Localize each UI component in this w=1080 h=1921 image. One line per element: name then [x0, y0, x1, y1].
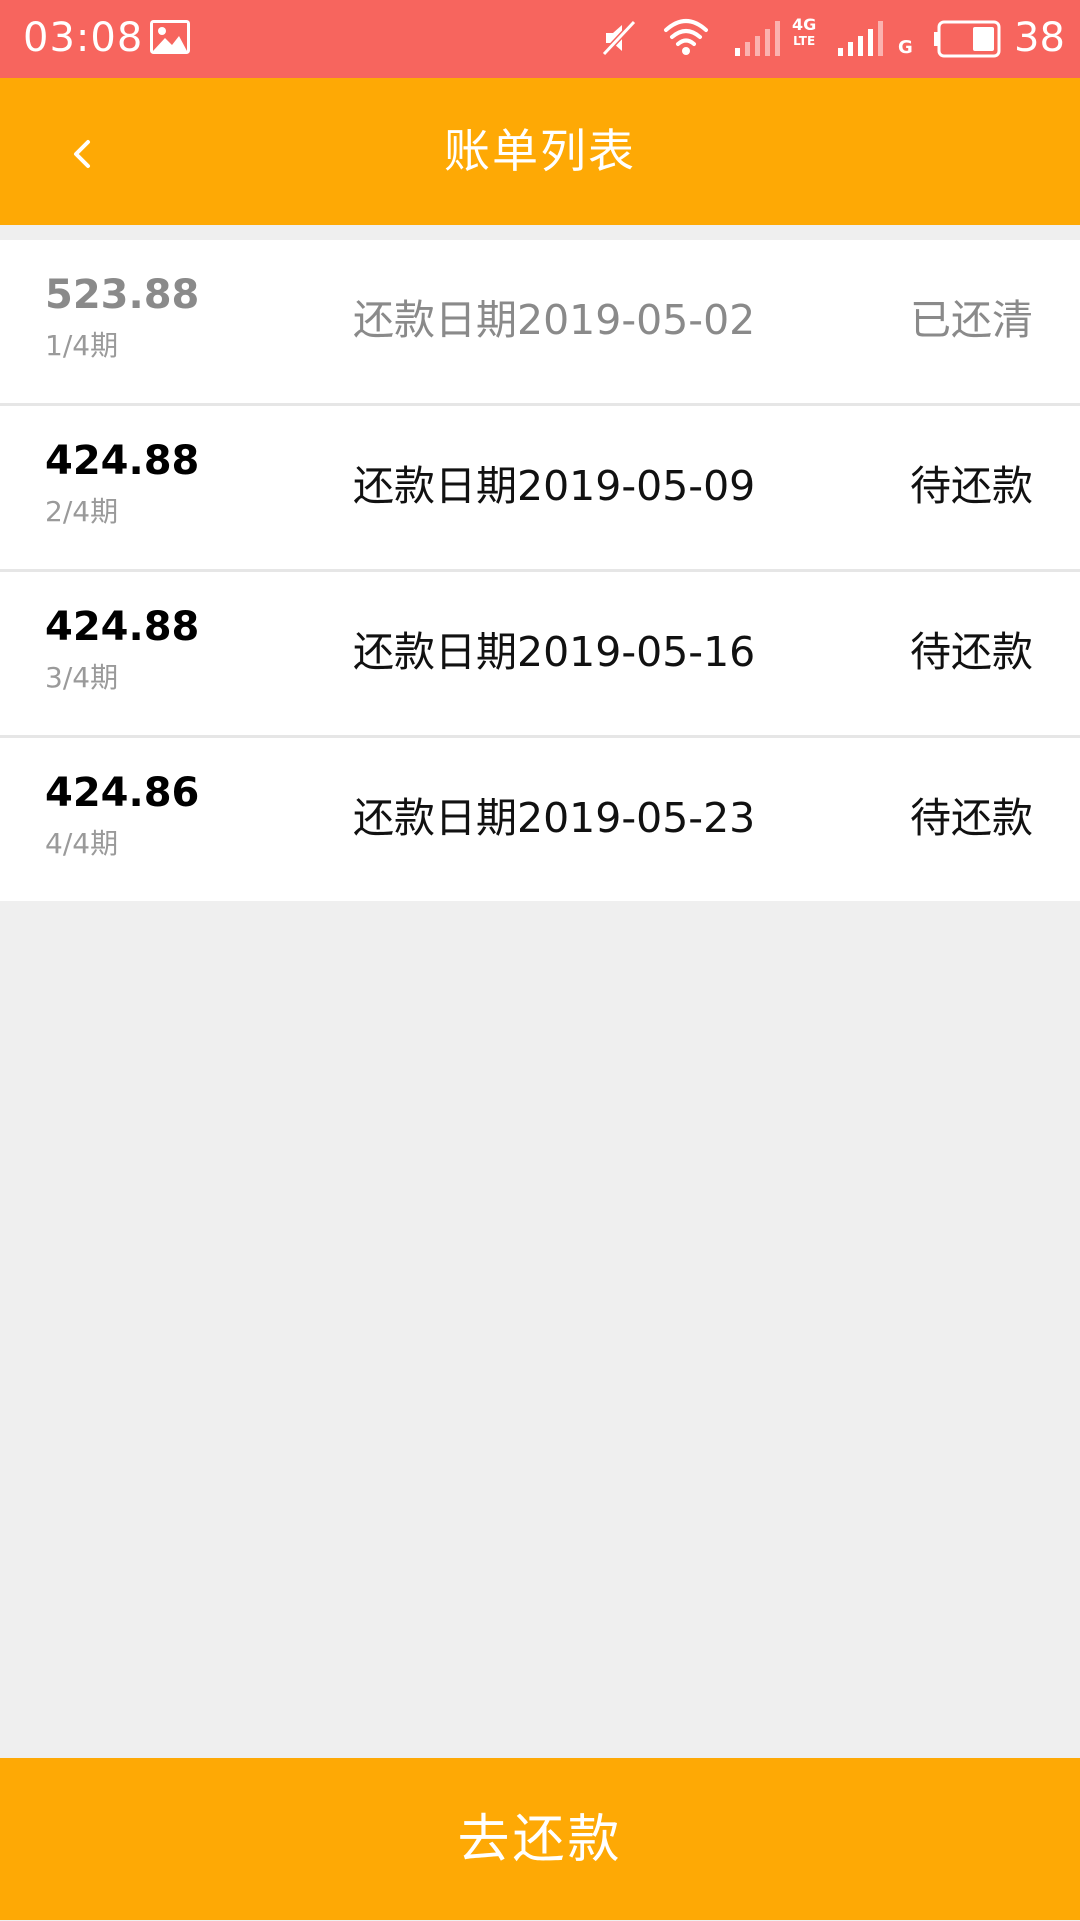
- bill-due-date: 还款日期2019-05-02: [353, 296, 756, 344]
- bill-status: 待还款: [910, 628, 1033, 676]
- bill-amount: 424.86: [45, 770, 200, 816]
- bill-amount: 424.88: [45, 604, 200, 650]
- bill-status: 已还清: [910, 296, 1033, 344]
- network-label: 4G: [792, 15, 817, 34]
- bill-due-date: 还款日期2019-05-16: [353, 628, 756, 676]
- back-button[interactable]: [56, 118, 116, 188]
- status-bar: 03:08 4G LTE G 38: [0, 0, 1080, 78]
- bill-row[interactable]: 523.88 1/4期 还款日期2019-05-02 已还清: [0, 240, 1080, 406]
- mute-icon: [600, 18, 640, 62]
- bill-period: 4/4期: [45, 827, 119, 860]
- bill-period: 3/4期: [45, 661, 119, 694]
- bill-row[interactable]: 424.88 2/4期 还款日期2019-05-09 待还款: [0, 406, 1080, 572]
- repay-button[interactable]: 去还款: [0, 1758, 1080, 1920]
- bill-due-date: 还款日期2019-05-23: [353, 794, 756, 842]
- wifi-icon: [662, 16, 710, 62]
- bill-status: 待还款: [910, 462, 1033, 510]
- page-title: 账单列表: [444, 124, 636, 178]
- gallery-icon: [150, 20, 190, 58]
- bill-status: 待还款: [910, 794, 1033, 842]
- app-header: 账单列表: [0, 78, 1080, 225]
- signal-icon: [733, 18, 785, 62]
- bill-period: 2/4期: [45, 495, 119, 528]
- network-sub-label: LTE: [793, 34, 816, 48]
- bill-row[interactable]: 424.88 3/4期 还款日期2019-05-16 待还款: [0, 572, 1080, 738]
- second-network-label: G: [898, 37, 913, 58]
- bill-amount: 523.88: [45, 272, 200, 318]
- bill-due-date: 还款日期2019-05-09: [353, 462, 756, 510]
- chevron-left-icon: [74, 140, 90, 168]
- bill-list: 523.88 1/4期 还款日期2019-05-02 已还清 424.88 2/…: [0, 240, 1080, 901]
- bill-amount: 424.88: [45, 438, 200, 484]
- bill-period: 1/4期: [45, 329, 119, 362]
- status-time: 03:08: [23, 15, 144, 61]
- signal-icon: [836, 18, 888, 62]
- bill-row[interactable]: 424.86 4/4期 还款日期2019-05-23 待还款: [0, 738, 1080, 901]
- network-type-label: 4G LTE: [792, 17, 816, 49]
- battery-icon: [933, 20, 1003, 62]
- battery-level: 38: [1014, 15, 1065, 61]
